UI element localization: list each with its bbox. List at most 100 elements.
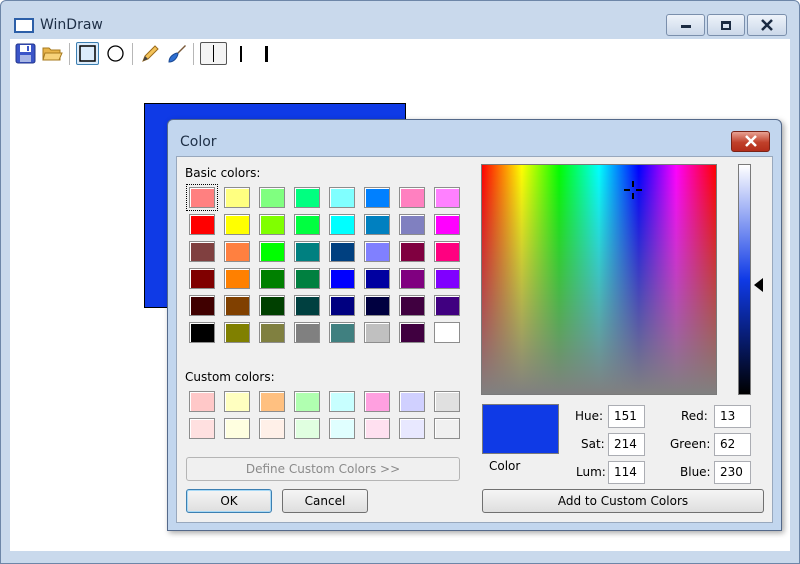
custom-swatch[interactable] xyxy=(329,391,355,412)
basic-swatch[interactable] xyxy=(189,322,215,343)
custom-swatch[interactable] xyxy=(329,418,355,439)
add-to-custom-colors-button[interactable]: Add to Custom Colors xyxy=(482,489,764,513)
custom-swatch[interactable] xyxy=(259,418,285,439)
luminance-pointer-icon[interactable] xyxy=(754,278,763,292)
custom-swatch[interactable] xyxy=(364,418,390,439)
basic-swatch[interactable] xyxy=(294,268,320,289)
define-custom-colors-button[interactable]: Define Custom Colors >> xyxy=(186,457,460,481)
basic-swatch[interactable] xyxy=(399,295,425,316)
basic-swatch[interactable] xyxy=(329,322,355,343)
red-label: Red: xyxy=(681,409,708,423)
custom-swatch[interactable] xyxy=(224,418,250,439)
basic-swatch[interactable] xyxy=(399,241,425,262)
basic-swatch[interactable] xyxy=(399,214,425,235)
basic-swatch[interactable] xyxy=(259,187,285,208)
basic-swatch[interactable] xyxy=(294,295,320,316)
basic-swatch[interactable] xyxy=(189,214,215,235)
custom-swatch[interactable] xyxy=(434,391,460,412)
custom-swatch[interactable] xyxy=(294,418,320,439)
thin-line-tool-icon[interactable] xyxy=(200,42,227,65)
sat-label: Sat: xyxy=(581,437,605,451)
sat-input[interactable]: 214 xyxy=(608,433,645,456)
basic-swatch[interactable] xyxy=(294,322,320,343)
custom-swatch[interactable] xyxy=(189,391,215,412)
basic-swatch[interactable] xyxy=(224,187,250,208)
green-input[interactable]: 62 xyxy=(714,433,751,456)
basic-swatch[interactable] xyxy=(364,214,390,235)
basic-swatch[interactable] xyxy=(434,295,460,316)
basic-swatch[interactable] xyxy=(259,268,285,289)
basic-swatch[interactable] xyxy=(434,241,460,262)
window-title: WinDraw xyxy=(40,17,103,33)
basic-swatch[interactable] xyxy=(329,241,355,262)
basic-swatch[interactable] xyxy=(364,187,390,208)
basic-swatch[interactable] xyxy=(224,214,250,235)
basic-swatch[interactable] xyxy=(329,295,355,316)
green-label: Green: xyxy=(670,437,711,451)
pencil-icon[interactable] xyxy=(139,42,162,65)
open-folder-icon[interactable] xyxy=(41,42,64,65)
basic-swatch[interactable] xyxy=(259,295,285,316)
brush-icon[interactable] xyxy=(165,42,188,65)
rectangle-tool-icon[interactable] xyxy=(76,42,99,65)
custom-swatch[interactable] xyxy=(399,391,425,412)
basic-swatch[interactable] xyxy=(224,268,250,289)
basic-swatch[interactable] xyxy=(434,268,460,289)
blue-input[interactable]: 230 xyxy=(714,461,751,484)
main-title-bar[interactable]: WinDraw xyxy=(1,1,799,39)
basic-swatch[interactable] xyxy=(294,214,320,235)
basic-swatch[interactable] xyxy=(259,322,285,343)
red-input[interactable]: 13 xyxy=(714,405,751,428)
basic-swatch[interactable] xyxy=(189,241,215,262)
medium-line-tool-icon[interactable] xyxy=(236,42,259,65)
custom-swatch[interactable] xyxy=(259,391,285,412)
dialog-client: Basic colors: Custom colors: Define Cust… xyxy=(176,156,773,523)
basic-swatch[interactable] xyxy=(399,268,425,289)
cancel-button[interactable]: Cancel xyxy=(282,489,368,513)
basic-swatch[interactable] xyxy=(364,295,390,316)
basic-swatch[interactable] xyxy=(329,268,355,289)
basic-swatch[interactable] xyxy=(259,241,285,262)
basic-swatch[interactable] xyxy=(224,322,250,343)
basic-swatch[interactable] xyxy=(259,214,285,235)
custom-swatch[interactable] xyxy=(224,391,250,412)
hue-input[interactable]: 151 xyxy=(608,405,645,428)
toolbar-separator xyxy=(193,43,194,65)
custom-swatch[interactable] xyxy=(399,418,425,439)
basic-swatch[interactable] xyxy=(399,322,425,343)
lum-input[interactable]: 114 xyxy=(608,461,645,484)
close-button[interactable] xyxy=(747,14,787,36)
basic-swatch[interactable] xyxy=(224,295,250,316)
minimize-button[interactable] xyxy=(666,14,705,36)
close-icon xyxy=(744,135,757,147)
basic-swatch[interactable] xyxy=(294,187,320,208)
basic-swatch[interactable] xyxy=(434,187,460,208)
custom-swatch[interactable] xyxy=(364,391,390,412)
basic-swatch[interactable] xyxy=(434,214,460,235)
save-icon[interactable] xyxy=(14,42,37,65)
custom-swatch[interactable] xyxy=(189,418,215,439)
basic-swatch[interactable] xyxy=(189,295,215,316)
color-spectrum[interactable] xyxy=(481,164,717,395)
basic-swatch[interactable] xyxy=(224,241,250,262)
dialog-close-button[interactable] xyxy=(731,131,770,152)
luminance-slider[interactable] xyxy=(738,164,751,395)
thick-line-tool-icon[interactable] xyxy=(262,42,285,65)
basic-swatch[interactable] xyxy=(399,187,425,208)
custom-swatch[interactable] xyxy=(434,418,460,439)
basic-swatch[interactable] xyxy=(329,187,355,208)
basic-swatch[interactable] xyxy=(364,241,390,262)
color-preview xyxy=(482,404,559,454)
basic-swatch[interactable] xyxy=(329,214,355,235)
blue-label: Blue: xyxy=(680,465,711,479)
basic-swatch[interactable] xyxy=(186,184,218,211)
basic-swatch[interactable] xyxy=(364,268,390,289)
ellipse-tool-icon[interactable] xyxy=(104,42,127,65)
custom-swatch[interactable] xyxy=(294,391,320,412)
ok-button[interactable]: OK xyxy=(186,489,272,513)
basic-swatch[interactable] xyxy=(294,241,320,262)
basic-swatch[interactable] xyxy=(189,268,215,289)
basic-swatch[interactable] xyxy=(434,322,460,343)
maximize-button[interactable] xyxy=(707,14,745,36)
basic-swatch[interactable] xyxy=(364,322,390,343)
